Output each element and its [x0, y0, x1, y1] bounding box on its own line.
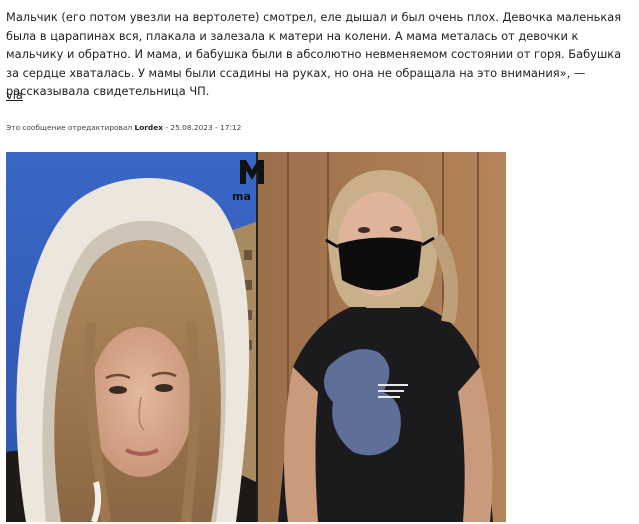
edit-note-prefix: Это сообщение отредактировал	[6, 123, 133, 132]
edit-note: Это сообщение отредактировал Lordex - 25…	[6, 123, 241, 132]
photo-woman-hood[interactable]	[6, 152, 256, 522]
post-container: Мальчик (его потом увезли на вертолете) …	[0, 0, 640, 524]
via-link[interactable]: via	[6, 88, 23, 102]
post-paragraph: Мальчик (его потом увезли на вертолете) …	[6, 10, 622, 98]
woman-in-black-mask-icon	[258, 152, 506, 522]
photo-woman-mask[interactable]	[258, 152, 506, 522]
photo-collage[interactable]: ma	[6, 152, 506, 522]
woman-in-hood-selfie-icon	[6, 152, 256, 522]
watermark-text: ma	[232, 190, 251, 203]
edit-note-author[interactable]: Lordex	[135, 123, 164, 132]
edit-note-date: - 25.08.2023 - 17:12	[165, 123, 242, 132]
